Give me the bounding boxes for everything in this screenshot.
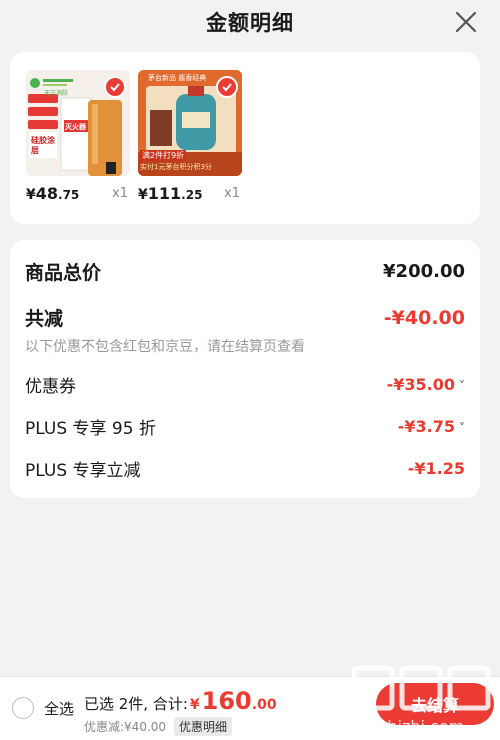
product-price: ¥111.25: [138, 184, 258, 203]
chevron-down-icon[interactable]: ˅: [459, 421, 465, 435]
product-line-1: 灭火器: [65, 123, 86, 131]
amount-details-card: 商品总价 ¥200.00 共减 -¥40.00 以下优惠不包含红包和京豆，请在结…: [10, 240, 480, 498]
selected-count-text: 已选 2件, 合计:: [84, 695, 188, 713]
discount-detail-button[interactable]: 优惠明细: [174, 717, 233, 736]
select-all-radio[interactable]: [12, 697, 34, 719]
plus-discount-label: PLUS 专享 95 折: [25, 419, 156, 439]
plus-discount-value: -¥3.75: [397, 417, 455, 436]
discount-note: 以下优惠不包含红包和京豆，请在结算页查看: [25, 339, 305, 355]
coupon-row[interactable]: 优惠券 -¥35.00 ˅: [25, 372, 465, 397]
total-currency: ¥: [189, 697, 200, 713]
chevron-down-icon[interactable]: ˅: [459, 379, 465, 393]
sheet-title: 金额明细: [206, 11, 294, 35]
promo-text: 实付1元茅台积分积3分: [140, 163, 212, 171]
close-icon[interactable]: [454, 10, 478, 34]
order-summary: 已选 2件, 合计: ¥ 160 .00: [84, 687, 277, 715]
select-all-label[interactable]: 全选: [44, 698, 74, 719]
product-image-extinguisher[interactable]: 天灾消防 灭火器 硅胶涂层: [26, 70, 130, 176]
checked-icon[interactable]: [104, 76, 126, 98]
price-currency: ¥: [138, 187, 148, 203]
reduce-value: -¥40.00: [383, 306, 465, 329]
price-decimal: .25: [181, 188, 203, 202]
total-decimal: .00: [251, 697, 277, 713]
total-label: 商品总价: [25, 262, 102, 284]
total-value: ¥200.00: [383, 261, 465, 282]
price-integer: 111: [147, 184, 182, 203]
product-line-2: 硅胶涂层: [31, 136, 55, 155]
total-row: 商品总价 ¥200.00: [25, 258, 465, 285]
product-item[interactable]: 天灾消防 灭火器 硅胶涂层: [26, 70, 136, 176]
product-qty: x1: [112, 186, 128, 201]
sheet-header: 金额明细: [0, 0, 500, 44]
total-integer: 160: [201, 687, 252, 715]
checkout-button[interactable]: 去结算: [376, 683, 494, 725]
reduce-row: 共减 -¥40.00: [25, 304, 465, 331]
product-brand: 天灾消防: [44, 90, 69, 97]
product-item[interactable]: 茅台新品 酱香经典 满2件打9折 实付1元茅台积分积3分: [138, 70, 248, 176]
price-integer: 48: [35, 184, 59, 203]
coupon-label: 优惠券: [25, 377, 76, 397]
reduce-label: 共减: [25, 308, 64, 330]
plus-reduce-label: PLUS 专享立减: [25, 461, 141, 481]
plus-reduce-row: PLUS 专享立减 -¥1.25: [25, 456, 465, 481]
discount-line: 优惠减:¥40.00 优惠明细: [84, 717, 233, 736]
product-card: 天灾消防 灭火器 硅胶涂层 ¥48.75 x1 茅台新品 酱香经典 满2件打9折: [10, 52, 480, 224]
plus-reduce-value: -¥1.25: [407, 459, 465, 478]
plus-discount-row[interactable]: PLUS 专享 95 折 -¥3.75 ˅: [25, 414, 465, 439]
product-qty: x1: [224, 186, 240, 201]
price-currency: ¥: [26, 187, 36, 203]
product-image-moutai[interactable]: 茅台新品 酱香经典 满2件打9折 实付1元茅台积分积3分: [138, 70, 242, 176]
discount-amount: 优惠减:¥40.00: [84, 720, 167, 734]
checked-icon[interactable]: [216, 76, 238, 98]
product-price: ¥48.75: [26, 184, 146, 203]
promo-badge: 满2件打9折: [140, 150, 187, 161]
checkout-bar: 全选 已选 2件, 合计: ¥ 160 .00 优惠减:¥40.00 优惠明细 …: [0, 676, 500, 740]
coupon-value: -¥35.00: [386, 375, 455, 394]
product-banner: 茅台新品 酱香经典: [148, 74, 207, 82]
price-decimal: .75: [58, 188, 80, 202]
